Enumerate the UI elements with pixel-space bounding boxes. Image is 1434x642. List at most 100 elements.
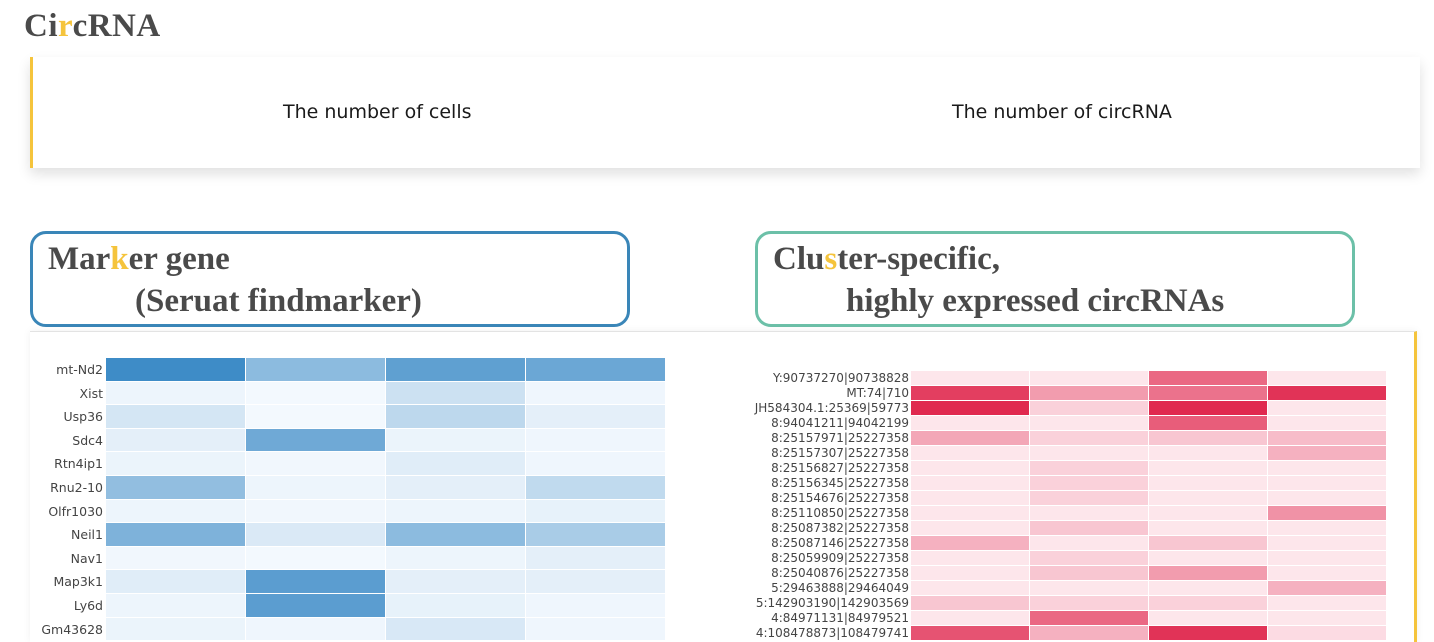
- circ-heatmap-cell: [1268, 431, 1386, 445]
- marker-heatmap-cell: [246, 617, 385, 641]
- marker-heatmap-cell: [106, 499, 245, 523]
- circ-heatmap-cell: [911, 566, 1029, 580]
- circ-row-label: 8:25156345|25227358: [771, 476, 909, 490]
- marker-row-label: mt-Nd2: [56, 362, 103, 377]
- marker-row-label: Rnu2-10: [50, 480, 103, 495]
- circ-row-label: 8:25087382|25227358: [771, 521, 909, 535]
- marker-heatmap-cell: [246, 381, 385, 405]
- marker-heatmap-cell: [106, 405, 245, 428]
- marker-heatmap-cell: [526, 381, 665, 405]
- circ-heatmap-cell: [1030, 431, 1148, 445]
- circ-row-label: 8:25156827|25227358: [771, 461, 909, 475]
- circ-heatmap-cell: [911, 461, 1029, 475]
- circ-heatmap-cell: [1149, 416, 1267, 430]
- circ-heatmap-cell: [1149, 371, 1267, 385]
- circ-heatmap-cell: [1030, 626, 1148, 640]
- marker-heatmap-cell: [106, 594, 245, 617]
- marker-heatmap-cell: [386, 428, 525, 452]
- circ-heatmap-cell: [911, 521, 1029, 535]
- circ-heatmap-cell: [1149, 521, 1267, 535]
- marker-heatmap-cell: [386, 476, 525, 499]
- circ-heatmap-cell: [1030, 371, 1148, 385]
- circ-heatmap-cell: [1030, 521, 1148, 535]
- circ-heatmap-cell: [911, 401, 1029, 415]
- circ-heatmap-cell: [1268, 521, 1386, 535]
- marker-heatmap-cell: [386, 358, 525, 381]
- circ-heatmap-cell: [1030, 596, 1148, 610]
- circ-heatmap-cell: [1268, 371, 1386, 385]
- marker-heatmap-cell: [526, 405, 665, 428]
- circ-heatmap-cell: [1268, 446, 1386, 460]
- circ-heatmap-cell: [1268, 596, 1386, 610]
- marker-heatmap-cell: [246, 476, 385, 499]
- circ-heatmap-cell: [1268, 386, 1386, 400]
- marker-heatmap-cell: [386, 617, 525, 641]
- circ-heatmap-cell: [1149, 596, 1267, 610]
- cells-count-label: The number of cells: [283, 101, 472, 123]
- marker-heatmap-cell: [106, 452, 245, 475]
- circ-heatmap-cell: [911, 551, 1029, 565]
- circ-heatmap-cell: [1030, 401, 1148, 415]
- marker-heatmap-cell: [246, 452, 385, 475]
- marker-heatmap-cell: [386, 405, 525, 428]
- circ-heatmap-cell: [1149, 551, 1267, 565]
- circ-heatmap-cell: [1030, 416, 1148, 430]
- marker-heatmap-cell: [526, 570, 665, 593]
- marker-heatmap-cell: [526, 428, 665, 452]
- stats-card: The number of cells The number of circRN…: [30, 57, 1420, 168]
- marker-heatmap-cell: [526, 546, 665, 570]
- circ-row-label: 8:25110850|25227358: [771, 506, 909, 520]
- circ-heatmap-cell: [1149, 581, 1267, 595]
- marker-row-label: Nav1: [70, 550, 103, 566]
- cluster-specific-heading: Cluster-specific, highly expressed circR…: [755, 231, 1355, 327]
- circ-heatmap-cell: [1149, 476, 1267, 490]
- marker-heatmap-cell: [106, 523, 245, 546]
- marker-gene-heading: Marker gene (Seruat findmarker): [30, 231, 630, 327]
- circ-row-label: 5:29463888|29464049: [771, 581, 909, 595]
- marker-heatmap-cell: [526, 499, 665, 523]
- marker-heatmap-cell: [386, 570, 525, 593]
- circ-heatmap-cell: [911, 596, 1029, 610]
- app-title: CircRNA: [24, 8, 161, 44]
- marker-heatmap-cell: [106, 617, 245, 641]
- circ-heatmap-cell: [1268, 566, 1386, 580]
- circ-heatmap-cell: [1149, 626, 1267, 640]
- marker-heatmap-cell: [526, 617, 665, 641]
- circ-row-label: 8:25087146|25227358: [771, 536, 909, 550]
- circ-row-label: Y:90737270|90738828: [773, 371, 909, 385]
- circ-heatmap-cell: [1030, 476, 1148, 490]
- marker-row-label: Usp36: [63, 409, 103, 425]
- marker-heatmap-cell: [106, 546, 245, 570]
- marker-heatmap-cell: [106, 570, 245, 593]
- circ-row-label: 8:25040876|25227358: [771, 566, 909, 580]
- marker-row-label: Xist: [79, 385, 103, 401]
- circ-heatmap-cell: [911, 626, 1029, 640]
- marker-row-label: Ly6d: [73, 598, 103, 613]
- marker-row-label: Sdc4: [72, 432, 103, 448]
- marker-heatmap-cell: [246, 499, 385, 523]
- circ-row-label: 4:108478873|108479741: [755, 626, 909, 640]
- circ-row-label: 5:142903190|142903569: [755, 596, 909, 610]
- marker-heatmap-cell: [106, 428, 245, 452]
- circ-heatmap-cell: [1149, 566, 1267, 580]
- circ-row-label: 8:25157307|25227358: [771, 446, 909, 460]
- marker-heatmap-cell: [106, 358, 245, 381]
- circ-heatmap-cell: [1030, 491, 1148, 505]
- circ-heatmap-cell: [911, 491, 1029, 505]
- circ-heatmap-cell: [1149, 611, 1267, 625]
- circ-heatmap-cell: [1149, 536, 1267, 550]
- circ-heatmap-cell: [1030, 461, 1148, 475]
- circ-heatmap-cell: [1149, 401, 1267, 415]
- circ-heatmap-cell: [911, 611, 1029, 625]
- circ-heatmap-cell: [1268, 476, 1386, 490]
- circ-heatmap-cell: [1030, 551, 1148, 565]
- circ-heatmap-cell: [911, 476, 1029, 490]
- circ-row-label: 8:25154676|25227358: [771, 491, 909, 505]
- circ-heatmap-cell: [1268, 626, 1386, 640]
- marker-heatmap-cell: [246, 405, 385, 428]
- marker-heatmap-cell: [526, 358, 665, 381]
- circ-row-label: 8:25157971|25227358: [771, 431, 909, 445]
- circ-heatmap-cell: [1268, 416, 1386, 430]
- marker-heatmap-cell: [246, 570, 385, 593]
- circ-heatmap-cell: [911, 446, 1029, 460]
